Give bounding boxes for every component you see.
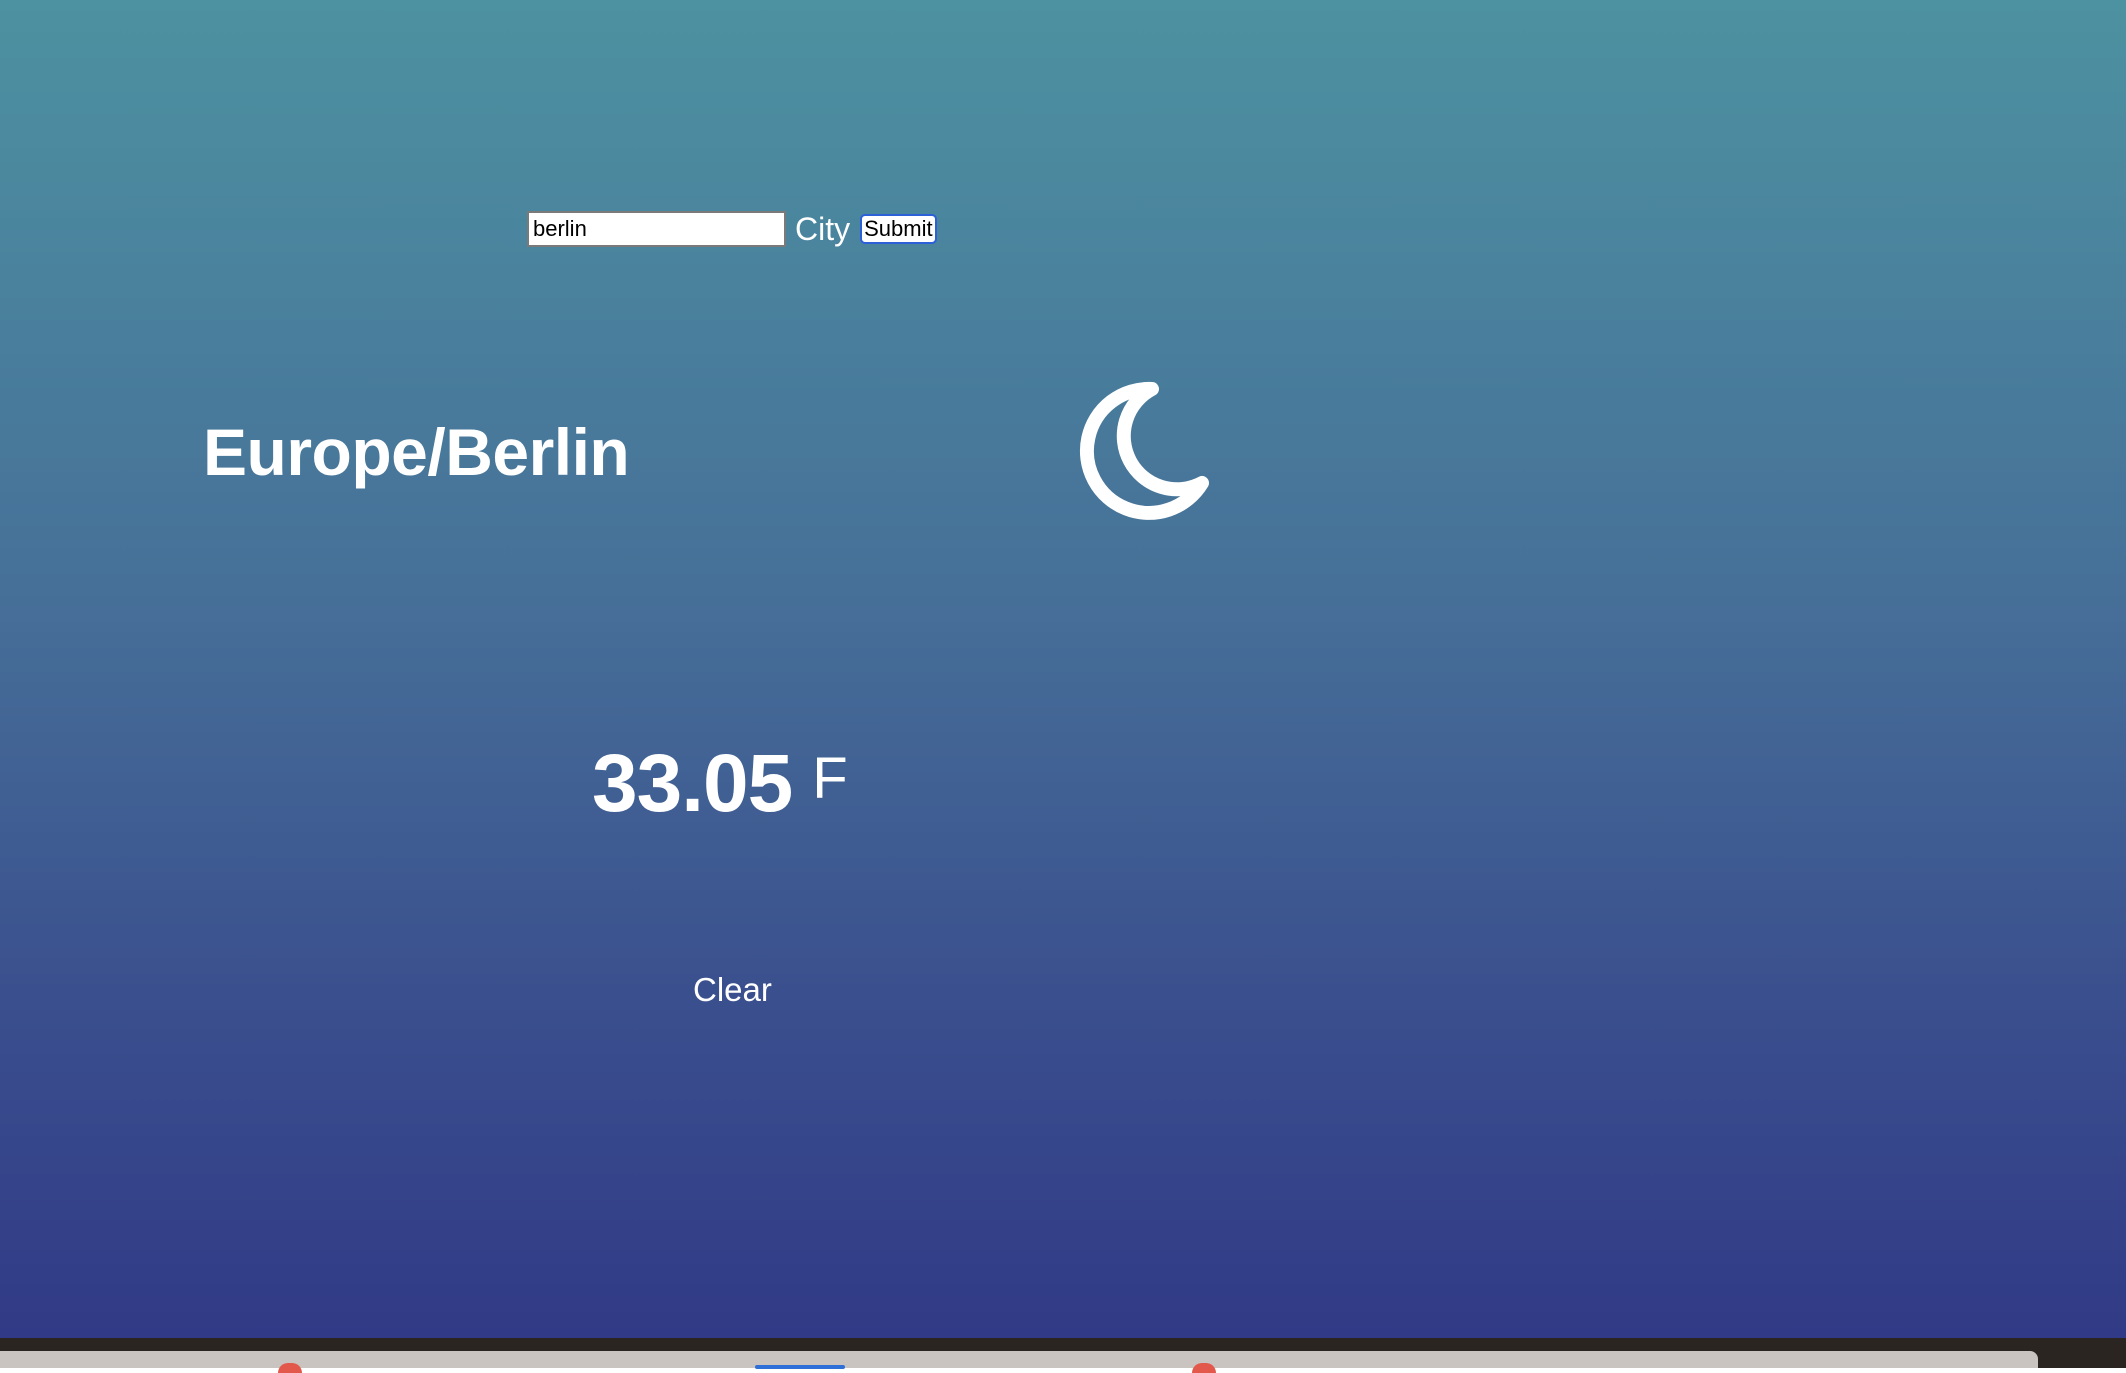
city-label: City: [795, 210, 851, 247]
temperature-unit: F: [812, 746, 848, 811]
red-dot-icon: [278, 1363, 302, 1373]
temperature-display: 33.05 F: [592, 737, 848, 831]
temperature-value: 33.05: [592, 738, 793, 829]
search-form: City Submit: [527, 209, 937, 249]
active-tab-indicator: [755, 1365, 845, 1369]
timezone-heading: Europe/Berlin: [203, 415, 630, 489]
city-input[interactable]: [527, 211, 786, 247]
window-strip: [0, 1351, 2038, 1373]
red-dot-icon: [1192, 1363, 1216, 1373]
crescent-moon-icon-svg: [1079, 381, 1209, 520]
submit-button[interactable]: Submit: [860, 214, 937, 244]
crescent-moon-icon: [1060, 376, 1220, 536]
weather-description: Clear: [693, 971, 772, 1008]
weather-app: City Submit Europe/Berlin 33.05 F Clear: [0, 0, 2126, 1338]
taskbar: [0, 1338, 2126, 1373]
